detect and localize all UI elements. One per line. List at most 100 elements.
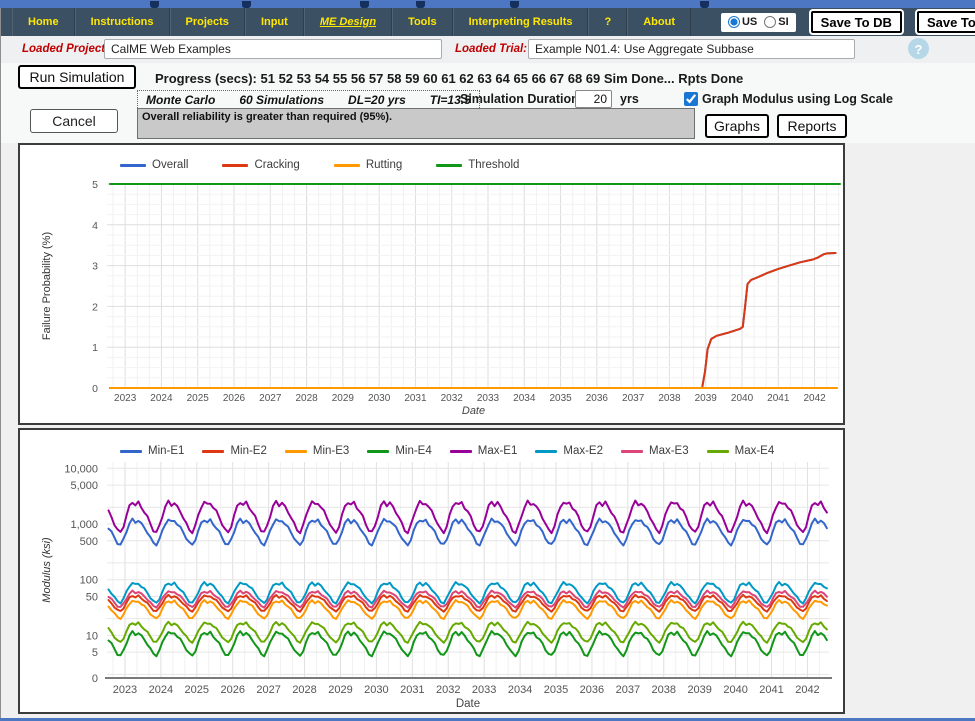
svg-text:2036: 2036 — [580, 684, 604, 696]
svg-text:2040: 2040 — [731, 393, 754, 404]
svg-text:2033: 2033 — [477, 393, 500, 404]
svg-text:2028: 2028 — [295, 393, 318, 404]
svg-text:500: 500 — [80, 536, 98, 548]
status-message: Overall reliability is greater than requ… — [137, 108, 695, 139]
nav-item-home[interactable]: Home — [12, 8, 75, 36]
svg-text:2035: 2035 — [544, 684, 568, 696]
monte-carlo-summary: Monte Carlo 60 Simulations DL=20 yrs TI=… — [137, 90, 480, 110]
svg-text:2029: 2029 — [332, 393, 355, 404]
svg-text:2027: 2027 — [256, 684, 280, 696]
svg-text:2027: 2027 — [259, 393, 282, 404]
loaded-trial-input[interactable] — [528, 39, 855, 59]
svg-text:2: 2 — [92, 301, 98, 313]
svg-text:2028: 2028 — [292, 684, 316, 696]
svg-text:1: 1 — [92, 342, 98, 354]
svg-text:Modulus (ksi): Modulus (ksi) — [41, 537, 53, 603]
failure-probability-chart: OverallCrackingRuttingThreshold 01234520… — [18, 143, 845, 425]
simulation-duration-label: Simulation Duration — [460, 92, 579, 106]
svg-text:Date: Date — [456, 698, 480, 710]
graphs-button[interactable]: Graphs — [705, 114, 769, 138]
svg-text:2026: 2026 — [223, 393, 246, 404]
svg-text:5,000: 5,000 — [70, 480, 98, 492]
svg-text:2030: 2030 — [364, 684, 388, 696]
nav-item-interpreting-results[interactable]: Interpreting Results — [453, 8, 589, 36]
svg-text:4: 4 — [92, 220, 98, 232]
reports-button[interactable]: Reports — [777, 114, 847, 138]
units-us-option[interactable]: US — [728, 16, 757, 28]
save-to-file-button[interactable]: Save To File — [917, 11, 975, 33]
loaded-trial-label: Loaded Trial: — [455, 43, 527, 55]
svg-text:10: 10 — [86, 630, 98, 642]
svg-text:2034: 2034 — [508, 684, 532, 696]
svg-text:10,000: 10,000 — [64, 463, 98, 475]
svg-text:Date: Date — [462, 405, 485, 417]
modulus-chart-plot: 10,0005,0001,000500100501050202320242025… — [20, 430, 843, 712]
save-to-db-button[interactable]: Save To DB — [811, 11, 902, 33]
svg-text:5: 5 — [92, 647, 98, 659]
window-left-edge — [0, 8, 1, 718]
svg-text:2032: 2032 — [436, 684, 460, 696]
clipped-page-title — [0, 0, 975, 8]
units-us-radio[interactable] — [728, 16, 740, 28]
svg-text:2038: 2038 — [652, 684, 676, 696]
svg-text:2033: 2033 — [472, 684, 496, 696]
units-toggle: US SI — [721, 13, 796, 32]
svg-text:2023: 2023 — [113, 684, 137, 696]
nav-item-about[interactable]: About — [627, 8, 691, 36]
svg-text:2031: 2031 — [400, 684, 424, 696]
nav-item-me-design[interactable]: ME Design — [304, 8, 392, 36]
svg-text:2039: 2039 — [687, 684, 711, 696]
mc-design-life: DL=20 yrs — [348, 93, 406, 107]
simulation-duration-units: yrs — [620, 92, 639, 106]
svg-text:2025: 2025 — [185, 684, 209, 696]
units-si-radio[interactable] — [764, 16, 776, 28]
svg-text:2030: 2030 — [368, 393, 391, 404]
svg-text:2042: 2042 — [803, 393, 826, 404]
svg-text:2037: 2037 — [622, 393, 645, 404]
svg-text:2035: 2035 — [549, 393, 572, 404]
svg-text:1,000: 1,000 — [70, 519, 98, 531]
nav-item-tools[interactable]: Tools — [392, 8, 453, 36]
help-icon[interactable]: ? — [908, 38, 929, 59]
svg-text:2032: 2032 — [441, 393, 464, 404]
svg-text:2026: 2026 — [220, 684, 244, 696]
cancel-button[interactable]: Cancel — [30, 109, 118, 133]
loaded-items-bar: Loaded Project: Loaded Trial: ? — [0, 36, 975, 63]
run-simulation-button[interactable]: Run Simulation — [18, 65, 136, 89]
svg-text:2037: 2037 — [616, 684, 640, 696]
svg-text:2042: 2042 — [795, 684, 819, 696]
svg-text:100: 100 — [80, 575, 98, 587]
nav-item-projects[interactable]: Projects — [170, 8, 245, 36]
log-scale-checkbox[interactable] — [684, 92, 698, 106]
app-window: HomeInstructionsProjectsInputME DesignTo… — [0, 0, 975, 721]
log-scale-label: Graph Modulus using Log Scale — [702, 92, 893, 106]
svg-text:2039: 2039 — [695, 393, 718, 404]
svg-text:2034: 2034 — [513, 393, 536, 404]
svg-text:2038: 2038 — [658, 393, 681, 404]
loaded-project-label: Loaded Project: — [22, 43, 109, 55]
svg-text:Failure Probability (%): Failure Probability (%) — [41, 232, 53, 340]
svg-text:2024: 2024 — [150, 393, 173, 404]
svg-text:50: 50 — [86, 591, 98, 603]
main-nav: HomeInstructionsProjectsInputME DesignTo… — [0, 8, 975, 36]
svg-text:2041: 2041 — [759, 684, 783, 696]
svg-text:3: 3 — [92, 261, 98, 273]
svg-text:0: 0 — [92, 383, 98, 395]
nav-item-input[interactable]: Input — [245, 8, 304, 36]
svg-text:5: 5 — [92, 179, 98, 191]
nav-item-help[interactable]: ? — [588, 8, 627, 36]
loaded-project-input[interactable] — [104, 39, 442, 59]
modulus-chart: Min-E1Min-E2Min-E3Min-E4Max-E1Max-E2Max-… — [18, 428, 845, 714]
svg-text:2029: 2029 — [328, 684, 352, 696]
simulation-controls: Run Simulation Progress (secs): 51 52 53… — [0, 63, 975, 143]
svg-text:2031: 2031 — [404, 393, 427, 404]
units-us-label: US — [742, 16, 757, 28]
svg-text:2036: 2036 — [586, 393, 609, 404]
svg-text:0: 0 — [92, 673, 98, 685]
simulation-duration-input[interactable] — [575, 90, 612, 108]
nav-item-instructions[interactable]: Instructions — [75, 8, 170, 36]
svg-text:2041: 2041 — [767, 393, 790, 404]
mc-mode: Monte Carlo — [146, 93, 215, 107]
units-si-option[interactable]: SI — [764, 16, 788, 28]
svg-text:2024: 2024 — [149, 684, 173, 696]
